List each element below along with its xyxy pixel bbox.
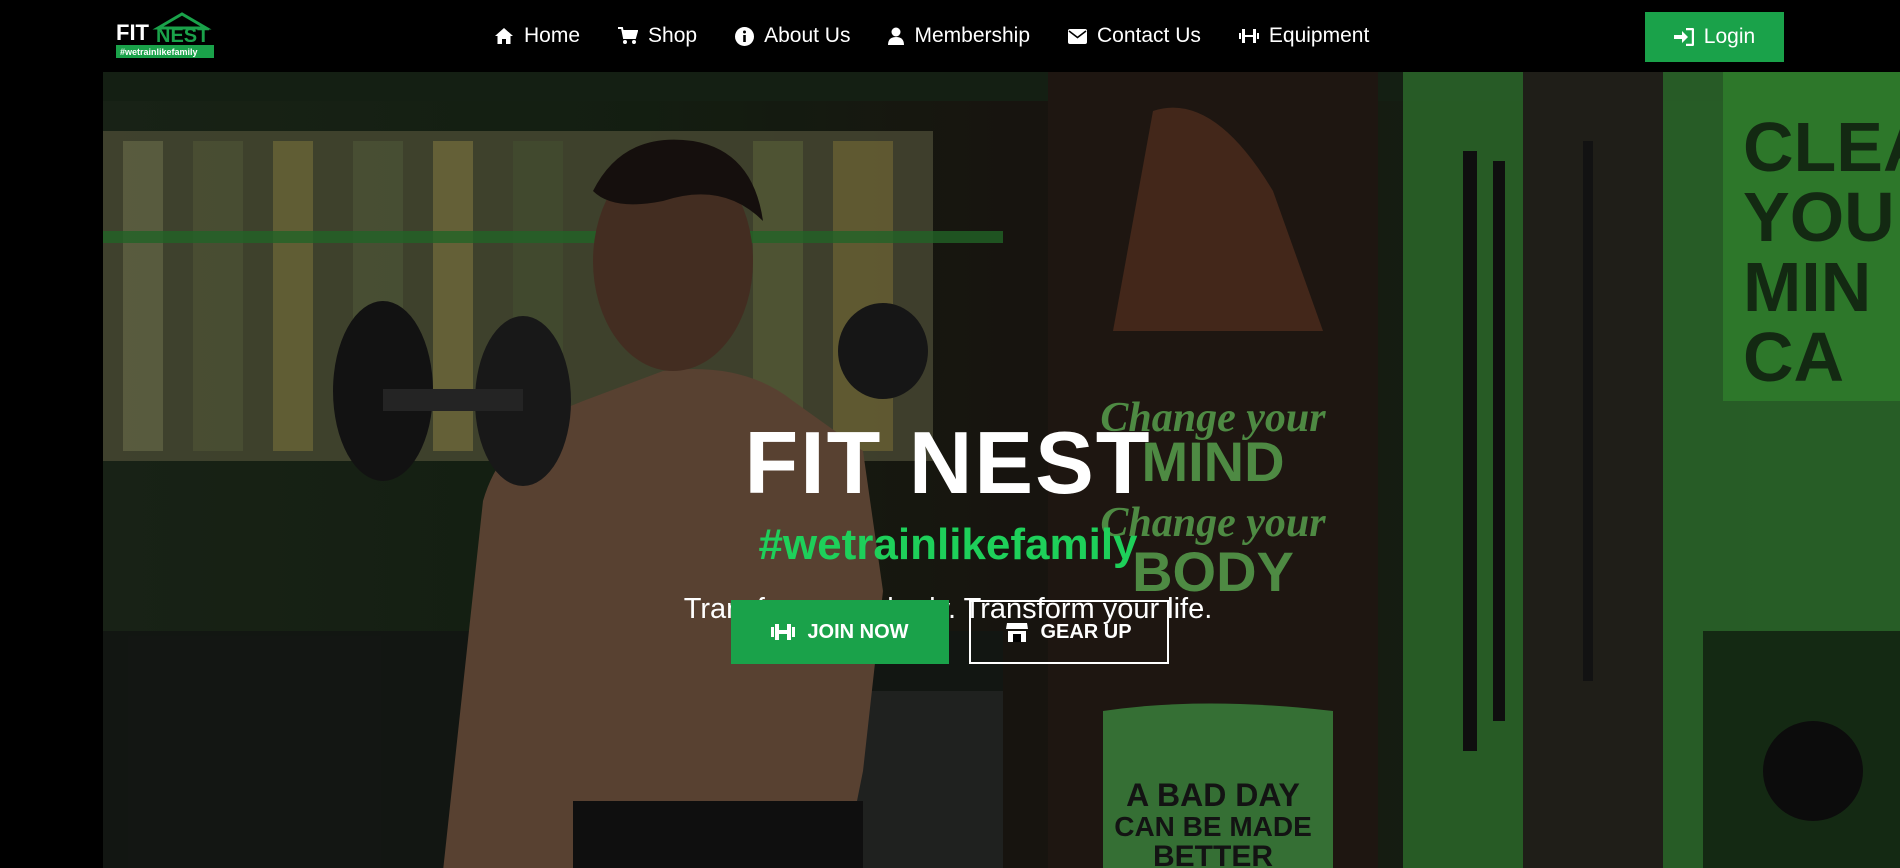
svg-text:FIT: FIT <box>116 20 150 45</box>
hero-title: FIT NEST <box>744 413 1152 512</box>
store-icon <box>1006 623 1029 642</box>
home-icon <box>495 28 513 44</box>
hero-section: Change your MIND Change your BODY A BAD … <box>103 71 1900 868</box>
fitnest-logo[interactable]: FIT NEST #wetrainlikefamily <box>114 12 216 62</box>
login-label: Login <box>1703 25 1756 48</box>
nav-home[interactable]: Home <box>494 24 580 48</box>
login-button[interactable]: Login <box>1645 12 1784 62</box>
user-icon <box>888 27 905 45</box>
join-now-label: JOIN NOW <box>807 620 909 643</box>
info-icon <box>735 26 755 46</box>
nav-membership[interactable]: Membership <box>888 24 1030 48</box>
nav-equipment[interactable]: Equipment <box>1238 24 1370 48</box>
nav-home-label: Home <box>524 24 581 47</box>
nav-shop-label: Shop <box>648 24 698 47</box>
gear-up-button[interactable]: GEAR UP <box>969 600 1169 664</box>
svg-text:#wetrainlikefamily: #wetrainlikefamily <box>120 47 198 57</box>
nav-membership-label: Membership <box>914 24 1031 47</box>
dumbbell-icon <box>771 624 796 640</box>
sign-in-icon <box>1673 28 1694 46</box>
nav-shop[interactable]: Shop <box>618 24 697 48</box>
envelope-icon <box>1068 28 1088 44</box>
cart-icon <box>618 27 639 44</box>
svg-text:NEST: NEST <box>156 25 209 47</box>
dumbbell-icon <box>1238 29 1259 43</box>
nav-links: Home Shop About Us Membership Contact Us… <box>494 0 1407 72</box>
nav-contact[interactable]: Contact Us <box>1068 24 1201 48</box>
nav-about-label: About Us <box>764 24 851 47</box>
nav-about[interactable]: About Us <box>735 24 850 48</box>
navbar: FIT NEST #wetrainlikefamily Home Shop Ab… <box>0 0 1900 72</box>
gear-up-label: GEAR UP <box>1040 620 1132 643</box>
hero-tagline: #wetrainlikefamily <box>758 520 1138 569</box>
join-now-button[interactable]: JOIN NOW <box>731 600 949 664</box>
nav-contact-label: Contact Us <box>1097 24 1201 47</box>
nav-equipment-label: Equipment <box>1268 24 1370 47</box>
